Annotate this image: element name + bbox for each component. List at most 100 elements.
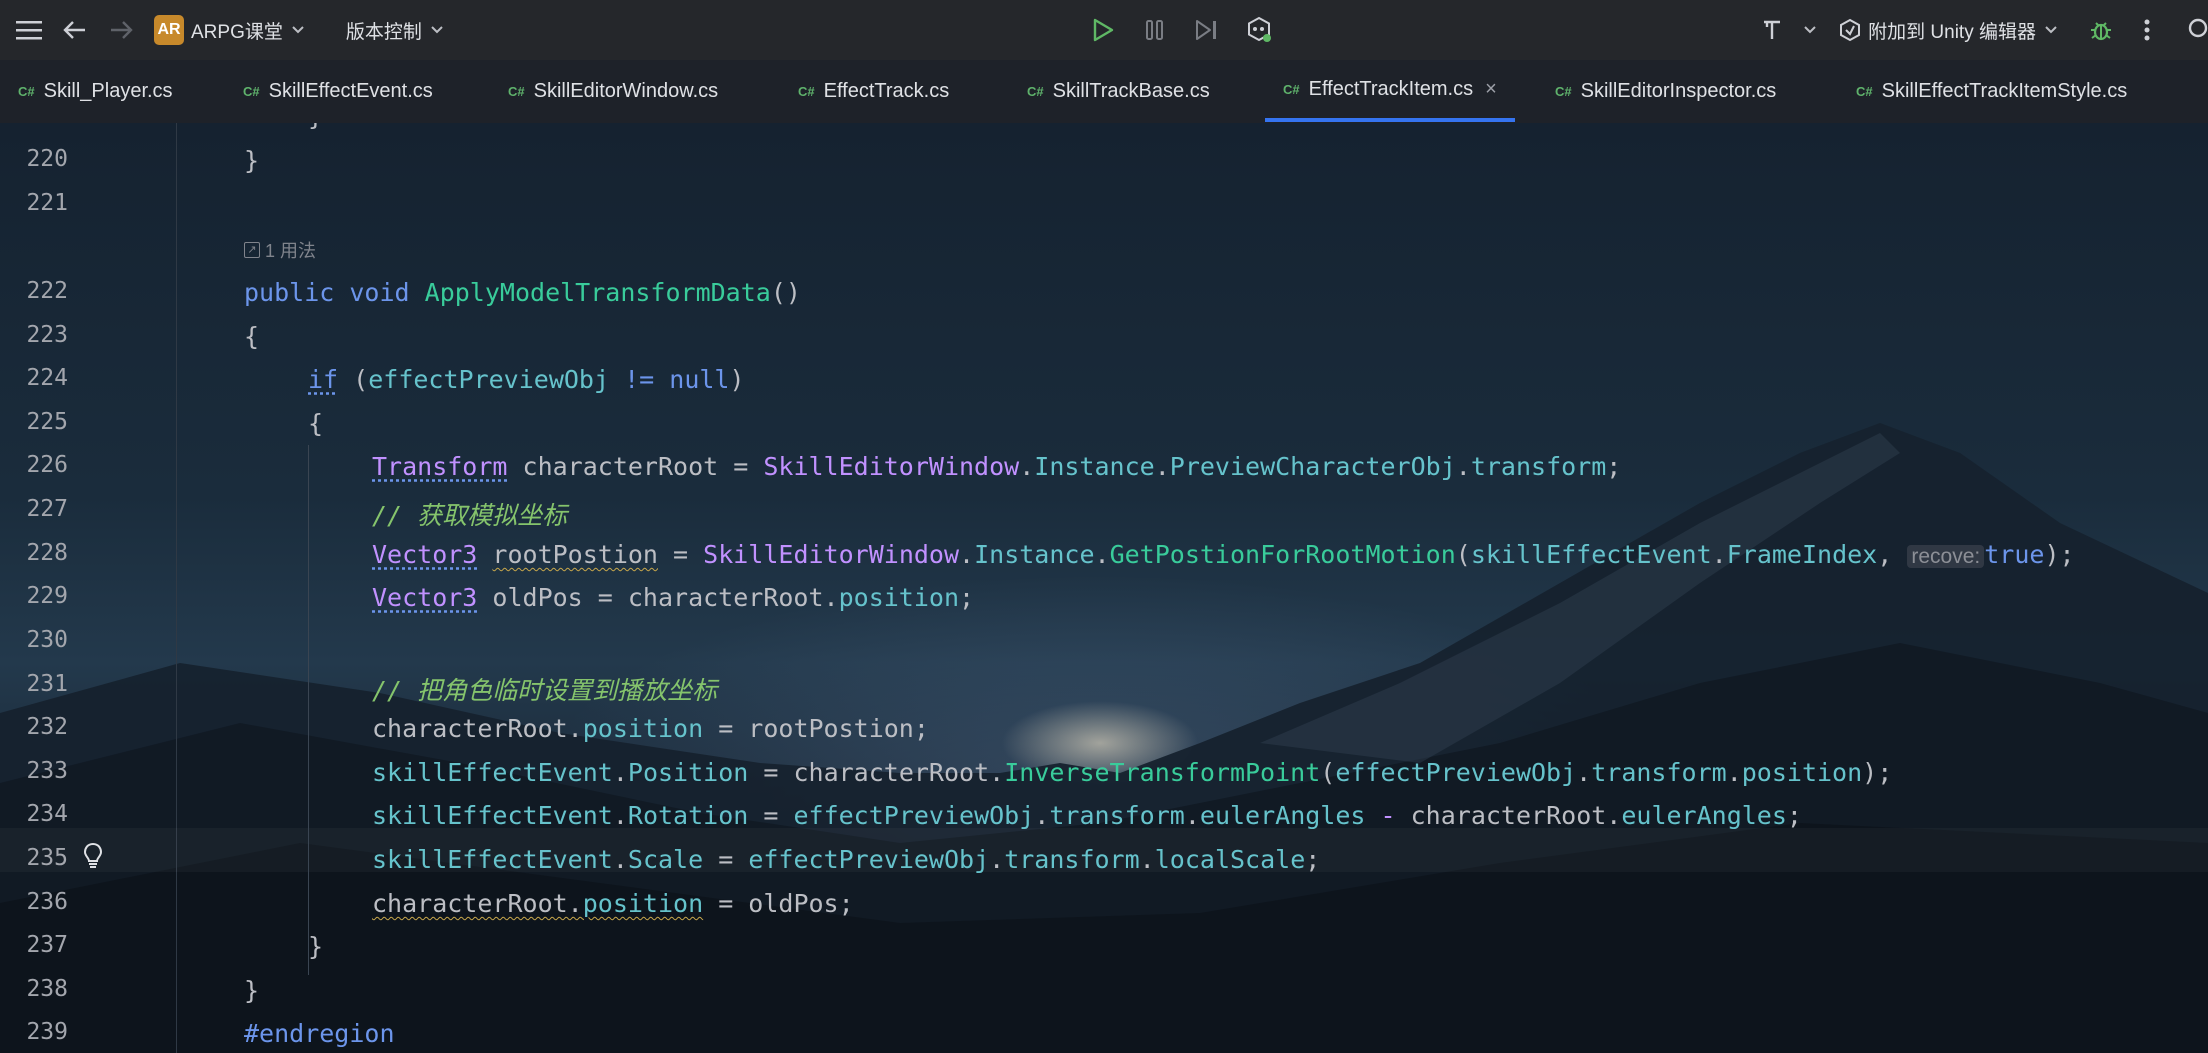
code-text: } [308,932,324,961]
title-bar-left: AR ARPG课堂 版本控制 [0,0,444,60]
tab-label: SkillEditorInspector.cs [1580,79,1777,102]
tab-skill-editor-inspector[interactable]: C# SkillEditorInspector.cs [1555,60,1776,122]
tab-skill-effect-event[interactable]: C# SkillEffectEvent.cs [243,60,433,122]
csharp-file-icon: C# [1283,81,1300,97]
line-number: 235 [26,845,68,871]
line-number: 234 [26,801,68,827]
search-icon[interactable] [2170,7,2208,53]
code-text: Vector3 oldPos = characterRoot.position; [372,583,975,612]
code-line: 231 // 把角色临时设置到播放坐标 [0,664,2208,708]
code-line: 230 [0,620,2208,664]
csharp-file-icon: C# [508,83,525,99]
hamburger-icon[interactable] [6,7,52,53]
forward-arrow-icon[interactable] [98,7,144,53]
code-line: 232 characterRoot.position = rootPostion… [0,707,2208,751]
code-line: 220 } [0,139,2208,183]
code-text: if (effectPreviewObj != null) [308,365,745,394]
vcs-label[interactable]: 版本控制 [346,17,422,44]
tab-label: Skill_Player.cs [43,79,173,102]
line-number: 225 [26,409,68,435]
code-line: 235 skillEffectEvent.Scale = effectPrevi… [0,838,2208,882]
code-comment: // 把角色临时设置到播放坐标 [372,676,718,705]
build-icon[interactable] [1749,7,1795,53]
tab-skill-track-base[interactable]: C# SkillTrackBase.cs [1027,60,1210,122]
code-line: 228 Vector3 rootPostion = SkillEditorWin… [0,533,2208,577]
line-number: 231 [26,671,68,697]
chevron-down-icon[interactable] [1803,22,1817,38]
line-number: 228 [26,540,68,566]
code-line: 236 characterRoot.position = oldPos; [0,882,2208,926]
code-text: } [308,123,323,131]
code-line: 233 skillEffectEvent.Position = characte… [0,751,2208,795]
attach-label[interactable]: 附加到 Unity 编辑器 [1868,17,2036,44]
usage-hint[interactable]: ↗ 1 用法 [244,237,316,263]
line-number: 221 [26,190,68,216]
csharp-file-icon: C# [1555,83,1572,99]
debug-attach-icon[interactable] [1236,7,1282,53]
line-number: 239 [26,1019,68,1045]
usage-label: 1 用法 [265,241,317,261]
code-line: 221 [0,183,2208,227]
code-line: 224 if (effectPreviewObj != null) [0,358,2208,402]
code-line: 238 } [0,969,2208,1013]
project-badge[interactable]: AR [154,15,184,45]
pause-icon[interactable] [1132,7,1178,53]
line-number: 224 [26,365,68,391]
usage-icon: ↗ [244,242,260,258]
line-number: 220 [26,146,68,172]
code-text: characterRoot.position = oldPos; [372,889,854,918]
parameter-hint: recove: [1907,545,1985,568]
tab-effect-track[interactable]: C# EffectTrack.cs [798,60,949,122]
code-line: 239 #endregion [0,1012,2208,1053]
run-icon[interactable] [1080,7,1126,53]
code-text: Transform characterRoot = SkillEditorWin… [372,452,1622,481]
chevron-down-icon[interactable] [2044,22,2058,38]
vcs-menu[interactable]: 版本控制 [339,17,444,44]
csharp-file-icon: C# [243,83,260,99]
tab-skill-editor-window[interactable]: C# SkillEditorWindow.cs [508,60,718,122]
more-icon[interactable] [2124,7,2170,53]
code-text: } [244,146,260,175]
line-number: 230 [26,627,68,653]
line-number: 236 [26,889,68,915]
line-number: 223 [26,322,68,348]
code-text: characterRoot.position = rootPostion; [372,714,929,743]
back-arrow-icon[interactable] [52,7,98,53]
title-bar: AR ARPG课堂 版本控制 附加到 Unity 编辑器 [0,0,2208,60]
code-text: skillEffectEvent.Position = characterRoo… [372,758,1893,787]
code-text: #endregion [244,1019,395,1048]
bug-icon[interactable] [2078,7,2124,53]
code-line: 226 Transform characterRoot = SkillEdito… [0,445,2208,489]
attach-unity-button[interactable]: 附加到 Unity 编辑器 [1839,17,2058,44]
csharp-file-icon: C# [1027,83,1044,99]
line-number: 222 [26,278,68,304]
tab-label: EffectTrack.cs [823,79,950,102]
chevron-down-icon[interactable] [291,22,305,38]
code-text: { [308,409,324,438]
tab-label: SkillEffectTrackItemStyle.cs [1881,79,2128,102]
line-number: 217 [0,123,68,128]
tab-skill-effect-track-item-style[interactable]: C# SkillEffectTrackItemStyle.cs [1856,60,2127,122]
code-text: public void ApplyModelTransformData() [244,278,801,307]
chevron-down-icon[interactable] [430,22,444,38]
line-number: 238 [26,976,68,1002]
editor-tabs: C# Skill_Player.cs C# SkillEffectEvent.c… [0,60,2208,124]
tab-skill-player[interactable]: C# Skill_Player.cs [18,60,173,122]
line-number: 229 [26,583,68,609]
code-line: 234 skillEffectEvent.Rotation = effectPr… [0,794,2208,838]
code-editor[interactable]: 217 } 220 } 221 ↗ 1 用法 222 public void A… [0,123,2208,1053]
code-text: { [244,322,260,351]
step-icon[interactable] [1184,7,1230,53]
project-name[interactable]: ARPG课堂 [191,17,283,44]
tab-label: EffectTrackItem.cs [1308,77,1474,100]
close-icon[interactable]: × [1485,78,1497,101]
code-line: 227 // 获取模拟坐标 [0,489,2208,533]
line-number: 233 [26,758,68,784]
lightbulb-icon[interactable] [82,841,104,875]
csharp-file-icon: C# [1856,83,1873,99]
line-number: 237 [26,932,68,958]
tab-label: SkillEditorWindow.cs [533,79,719,102]
code-line: 237 } [0,925,2208,969]
code-text: Vector3 rootPostion = SkillEditorWindow.… [372,540,2075,569]
tab-effect-track-item[interactable]: C# EffectTrackItem.cs × [1265,60,1515,122]
